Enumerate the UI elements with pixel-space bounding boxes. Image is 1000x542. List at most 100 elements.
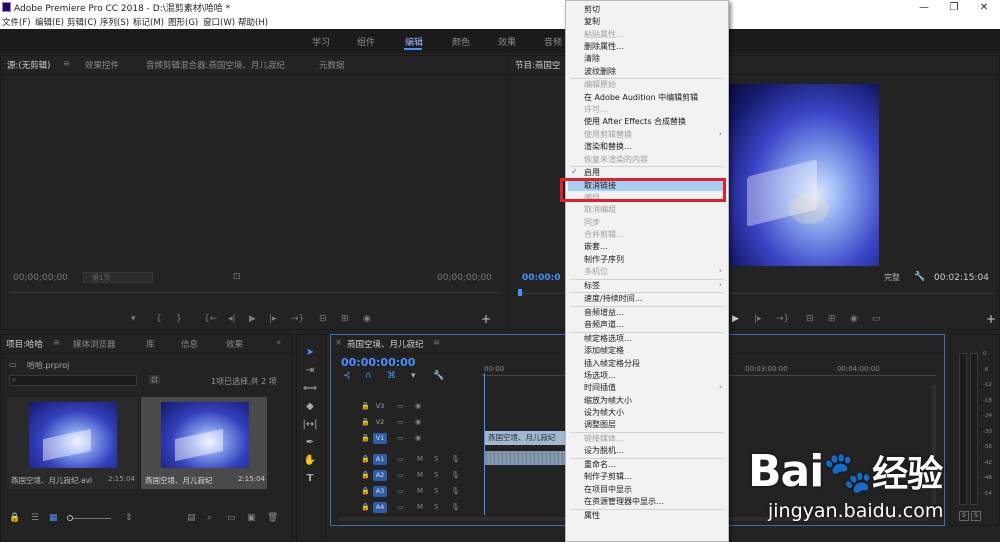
menu-item[interactable]: 缩放为帧大小 xyxy=(584,395,632,406)
pen-tool-icon[interactable]: ✒ xyxy=(302,437,318,451)
workspace-color[interactable]: 颜色 xyxy=(452,35,470,48)
v1-lock-icon[interactable]: 🔒 xyxy=(361,434,370,442)
tab-effect-controls[interactable]: 效果控件 xyxy=(85,59,119,71)
a1-solo-button[interactable]: S xyxy=(434,455,438,463)
menu-item[interactable]: 调整图层 xyxy=(584,419,616,430)
trash-icon[interactable]: 🗑 xyxy=(267,513,278,523)
menu-item[interactable]: 剪切 xyxy=(584,4,600,15)
menu-edit[interactable]: 编辑(E) xyxy=(35,16,64,28)
v3-eye-icon[interactable]: ◉ xyxy=(415,402,421,410)
a4-mic-icon[interactable]: 🎙 xyxy=(451,503,460,511)
audio-clip-waveform[interactable] xyxy=(485,451,565,465)
track-v2-label[interactable]: V2 xyxy=(373,417,387,428)
close-button[interactable]: ✕ xyxy=(970,0,998,15)
menu-graphics[interactable]: 图形(G) xyxy=(168,16,198,28)
a3-solo-button[interactable]: S xyxy=(434,487,438,495)
menu-sequence[interactable]: 序列(S) xyxy=(100,16,129,28)
add-marker-icon[interactable]: ▾ xyxy=(411,371,416,381)
step-forward-icon[interactable]: |▸ xyxy=(269,314,277,324)
program-go-to-out-icon[interactable]: →} xyxy=(776,314,789,324)
add-button-icon[interactable]: + xyxy=(481,312,491,326)
timeline-settings-icon[interactable]: 🔧 xyxy=(433,371,444,381)
overwrite-icon[interactable]: ⊞ xyxy=(341,314,349,324)
tab-libraries[interactable]: 库 xyxy=(146,338,155,350)
menu-item[interactable]: 场选项... xyxy=(584,370,616,381)
source-timecode-in[interactable]: 00;00;00;00 xyxy=(13,273,68,283)
tab-source[interactable]: 源:(无剪辑) xyxy=(7,59,51,71)
a3-lock-icon[interactable]: 🔒 xyxy=(361,487,370,495)
menu-item[interactable]: 制作子序列 xyxy=(584,254,624,265)
lift-icon[interactable]: ⊟ xyxy=(806,314,814,324)
menu-item[interactable]: 音频声道... xyxy=(584,319,624,330)
a1-sync-icon[interactable]: ▭ xyxy=(397,455,404,463)
track-a2-label[interactable]: A2 xyxy=(373,470,387,481)
extract-icon[interactable]: ⊞ xyxy=(828,314,836,324)
a3-sync-icon[interactable]: ▭ xyxy=(397,487,404,495)
timeline-timecode[interactable]: 00:00:00:00 xyxy=(341,356,415,369)
program-quality-select[interactable]: 完整 xyxy=(852,272,912,283)
type-tool-icon[interactable]: T xyxy=(302,473,318,487)
a2-mic-icon[interactable]: 🎙 xyxy=(451,471,460,479)
track-a3-label[interactable]: A3 xyxy=(373,486,387,497)
a3-mic-icon[interactable]: 🎙 xyxy=(451,487,460,495)
program-playhead[interactable] xyxy=(518,289,522,296)
workspace-audio[interactable]: 音频 xyxy=(544,35,562,48)
wrench-icon[interactable]: 🔧 xyxy=(914,272,925,282)
play-icon[interactable]: ▶ xyxy=(249,314,256,324)
menu-item[interactable]: 删除属性... xyxy=(584,41,624,52)
menu-clip[interactable]: 剪辑(C) xyxy=(67,16,97,28)
tab-program[interactable]: 节目:燕国空 xyxy=(515,59,560,71)
menu-marker[interactable]: 标记(M) xyxy=(133,16,164,28)
menu-item[interactable]: 复制 xyxy=(584,16,600,27)
track-a4-label[interactable]: A4 xyxy=(373,502,387,513)
a4-solo-button[interactable]: S xyxy=(434,503,438,511)
menu-item[interactable]: 重命名... xyxy=(584,459,616,470)
track-v1-label[interactable]: V1 xyxy=(373,433,387,444)
menu-item[interactable]: 速度/持续时间... xyxy=(584,293,642,304)
tab-media-browser[interactable]: 媒体浏览器 xyxy=(73,338,116,350)
tab-info[interactable]: 信息 xyxy=(181,338,198,350)
a4-sync-icon[interactable]: ▭ xyxy=(397,503,404,511)
menu-item[interactable]: 嵌套... xyxy=(584,241,608,252)
tab-effects[interactable]: 效果 xyxy=(226,338,243,350)
menu-window[interactable]: 窗口(W) xyxy=(203,16,235,28)
icon-view-icon[interactable]: ▦ xyxy=(49,513,58,523)
v1-sync-icon[interactable]: ▭ xyxy=(397,434,404,442)
panel-overflow-icon[interactable]: » xyxy=(276,338,281,348)
sort-icons-icon[interactable]: ⇕ xyxy=(125,513,133,523)
export-frame-icon[interactable]: ◉ xyxy=(363,314,371,324)
tab-project[interactable]: 项目:哈哈 xyxy=(6,338,43,350)
project-item-0[interactable]: 燕国空境、月儿寂纪.avi 2:15:04 xyxy=(7,397,137,489)
list-view-icon[interactable]: ☰ xyxy=(31,513,39,523)
menu-item[interactable]: 添加帧定格 xyxy=(584,345,624,356)
lock-icon[interactable]: 🔒 xyxy=(9,513,20,523)
snap-icon[interactable]: ∩ xyxy=(365,371,372,381)
menu-item[interactable]: 渲染和替换... xyxy=(584,141,632,152)
minimize-button[interactable]: — xyxy=(910,0,938,15)
linked-selection-icon[interactable]: ⌘ xyxy=(387,371,396,381)
slip-tool-icon[interactable]: |↔| xyxy=(302,419,318,433)
new-search-bin-icon[interactable]: ⊡ xyxy=(149,375,160,384)
automate-to-sequence-icon[interactable]: ▤ xyxy=(187,513,196,523)
project-search-input[interactable]: ⌕ xyxy=(9,375,137,386)
go-to-in-icon[interactable]: {← xyxy=(204,314,217,324)
marker-icon[interactable]: ▾ xyxy=(131,314,136,324)
a2-solo-button[interactable]: S xyxy=(434,471,438,479)
menu-item[interactable]: 时间插值 xyxy=(584,382,616,393)
source-scrubber[interactable] xyxy=(9,292,499,293)
workspace-effects[interactable]: 效果 xyxy=(498,35,516,48)
a2-sync-icon[interactable]: ▭ xyxy=(397,471,404,479)
ripple-edit-tool-icon[interactable]: ⟺ xyxy=(302,383,318,397)
program-add-button-icon[interactable]: + xyxy=(986,312,996,326)
menu-item[interactable]: 在项目中显示 xyxy=(584,484,632,495)
menu-item[interactable]: 标签 xyxy=(584,280,600,291)
tab-audio-clip-mixer[interactable]: 音频剪辑混合器:燕国空境、月儿寂纪 xyxy=(146,59,285,71)
tab-sequence[interactable]: 燕国空境、月儿寂纪 xyxy=(347,338,424,350)
menu-item[interactable]: 帧定格选项... xyxy=(584,333,632,344)
program-step-forward-icon[interactable]: |▸ xyxy=(754,314,762,324)
a2-mute-button[interactable]: M xyxy=(417,471,423,479)
workspace-learn[interactable]: 学习 xyxy=(312,35,330,48)
menu-item[interactable]: 波纹删除 xyxy=(584,66,616,77)
v1-eye-icon[interactable]: ◉ xyxy=(415,434,421,442)
timeline-menu-icon[interactable]: ≡ xyxy=(433,338,440,348)
